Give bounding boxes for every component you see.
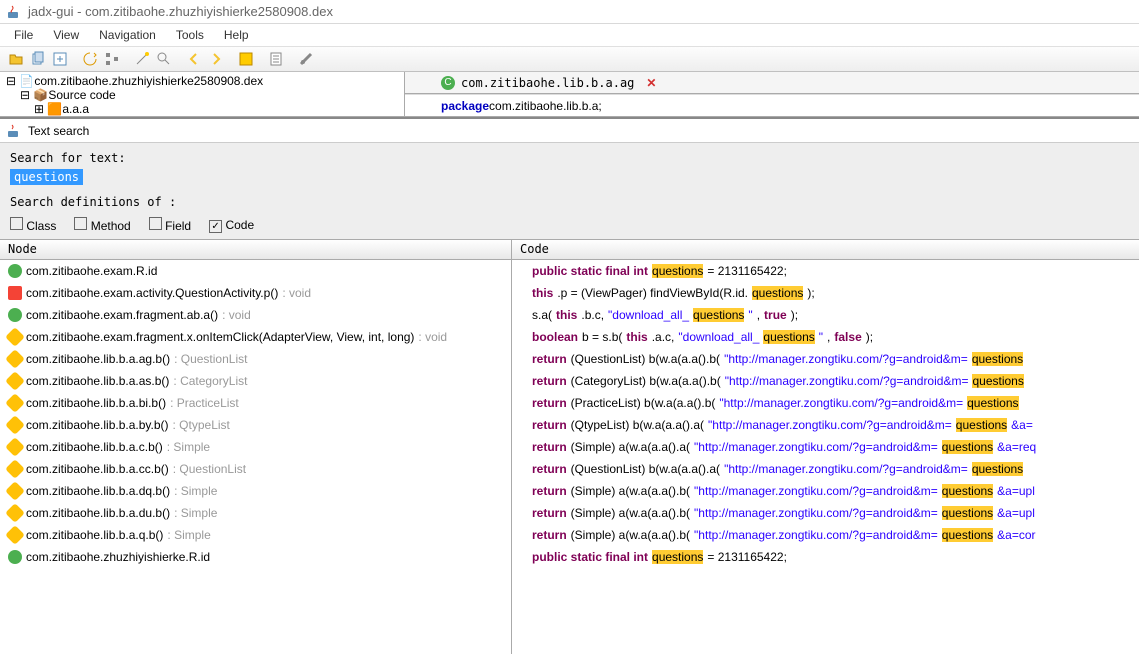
settings-icon[interactable] [296,49,316,69]
flatten-icon[interactable] [102,49,122,69]
method-icon [5,481,25,501]
search-input[interactable]: questions [10,169,83,185]
result-code-row[interactable]: return (Simple) a(w.a(a.a().b("http://ma… [512,502,1139,524]
result-node-row[interactable]: com.zitibaohe.exam.fragment.x.onItemClic… [0,326,511,348]
method-icon [5,525,25,545]
menubar: File View Navigation Tools Help [0,24,1139,46]
checkbox-class[interactable]: Class [10,217,56,233]
checkbox-code[interactable]: ✓ Code [209,218,254,233]
method-icon [5,437,25,457]
window-title: jadx-gui - com.zitibaohe.zhuzhiyishierke… [28,4,333,19]
method-icon [5,327,25,347]
tab-label: com.zitibaohe.lib.b.a.ag [461,76,634,90]
result-code-row[interactable]: return (Simple) a(w.a(a.a().a("http://ma… [512,436,1139,458]
result-code-row[interactable]: boolean b = s.b(this.a.c, "download_all_… [512,326,1139,348]
result-code-row[interactable]: return (Simple) a(w.a(a.a().b("http://ma… [512,480,1139,502]
checkbox-field[interactable]: Field [149,217,191,233]
close-icon[interactable]: ✕ [646,76,656,90]
dialog-title: Text search [28,124,89,138]
window-titlebar: jadx-gui - com.zitibaohe.zhuzhiyishierke… [0,0,1139,24]
checkbox-method[interactable]: Method [74,217,130,233]
result-node-row[interactable]: com.zitibaohe.lib.b.a.du.b() : Simple [0,502,511,524]
tree-source[interactable]: ⊟ 📦 Source code [6,88,398,102]
editor-tab[interactable]: C com.zitibaohe.lib.b.a.ag ✕ [405,72,1139,94]
menu-file[interactable]: File [6,26,41,44]
result-node-row[interactable]: com.zitibaohe.lib.b.a.ag.b() : QuestionL… [0,348,511,370]
search-label: Search for text: [10,151,1129,165]
method-icon [5,503,25,523]
java-icon [6,4,22,20]
result-node-row[interactable]: com.zitibaohe.lib.b.a.cc.b() : QuestionL… [0,458,511,480]
class-icon [8,264,22,278]
method-icon [5,349,25,369]
tree-pane[interactable]: ⊟ 📄 com.zitibaohe.zhuzhiyishierke2580908… [0,72,405,116]
results-code-column[interactable]: Code public static final int questions =… [512,240,1139,654]
method-icon [5,371,25,391]
menu-tools[interactable]: Tools [168,26,212,44]
result-code-row[interactable]: return (PracticeList) b(w.a(a.a().b("htt… [512,392,1139,414]
deobf-icon[interactable] [236,49,256,69]
results-node-column[interactable]: Node com.zitibaohe.exam.R.idcom.zitibaoh… [0,240,512,654]
copy-icon[interactable] [28,49,48,69]
tree-pkg[interactable]: ⊞ 🟧 a.a.a [6,102,398,116]
node-header[interactable]: Node [0,240,511,260]
result-code-row[interactable]: public static final int questions = 2131… [512,260,1139,282]
editor-line: package com.zitibaohe.lib.b.a; [405,94,1139,116]
field-icon [8,286,22,300]
result-node-row[interactable]: com.zitibaohe.exam.fragment.ab.a() : voi… [0,304,511,326]
result-node-row[interactable]: com.zitibaohe.exam.R.id [0,260,511,282]
result-code-row[interactable]: return (CategoryList) b(w.a(a.a().b("htt… [512,370,1139,392]
java-icon [6,123,22,139]
result-code-row[interactable]: return (QtypeList) b(w.a(a.a().a("http:/… [512,414,1139,436]
wand-icon[interactable] [132,49,152,69]
result-node-row[interactable]: com.zitibaohe.lib.b.a.q.b() : Simple [0,524,511,546]
result-node-row[interactable]: com.zitibaohe.zhuzhiyishierke.R.id [0,546,511,568]
menu-help[interactable]: Help [216,26,257,44]
result-node-row[interactable]: com.zitibaohe.lib.b.a.dq.b() : Simple [0,480,511,502]
result-node-row[interactable]: com.zitibaohe.lib.b.a.as.b() : CategoryL… [0,370,511,392]
class-icon [8,308,22,322]
code-header[interactable]: Code [512,240,1139,260]
tree-root[interactable]: ⊟ 📄 com.zitibaohe.zhuzhiyishierke2580908… [6,74,398,88]
result-code-row[interactable]: return (Simple) a(w.a(a.a().b("http://ma… [512,524,1139,546]
forward-icon[interactable] [206,49,226,69]
class-icon: C [441,76,455,90]
result-node-row[interactable]: com.zitibaohe.lib.b.a.by.b() : QtypeList [0,414,511,436]
open-icon[interactable] [6,49,26,69]
search-icon[interactable] [154,49,174,69]
back-icon[interactable] [184,49,204,69]
result-code-row[interactable]: public static final int questions = 2131… [512,546,1139,568]
menu-navigation[interactable]: Navigation [91,26,164,44]
result-code-row[interactable]: s.a(this.b.c, "download_all_questions", … [512,304,1139,326]
sync-icon[interactable] [80,49,100,69]
result-code-row[interactable]: return (QuestionList) b(w.a(a.a().b("htt… [512,348,1139,370]
menu-view[interactable]: View [45,26,87,44]
log-icon[interactable] [266,49,286,69]
export-icon[interactable] [50,49,70,69]
result-code-row[interactable]: return (QuestionList) b(w.a(a.a().a("htt… [512,458,1139,480]
toolbar [0,46,1139,72]
result-node-row[interactable]: com.zitibaohe.lib.b.a.c.b() : Simple [0,436,511,458]
class-icon [8,550,22,564]
definitions-label: Search definitions of : [10,195,1129,209]
result-code-row[interactable]: this.p = (ViewPager) findViewById(R.id.q… [512,282,1139,304]
result-node-row[interactable]: com.zitibaohe.lib.b.a.bi.b() : PracticeL… [0,392,511,414]
result-node-row[interactable]: com.zitibaohe.exam.activity.QuestionActi… [0,282,511,304]
method-icon [5,393,25,413]
dialog-titlebar: Text search [0,119,1139,143]
method-icon [5,415,25,435]
method-icon [5,459,25,479]
